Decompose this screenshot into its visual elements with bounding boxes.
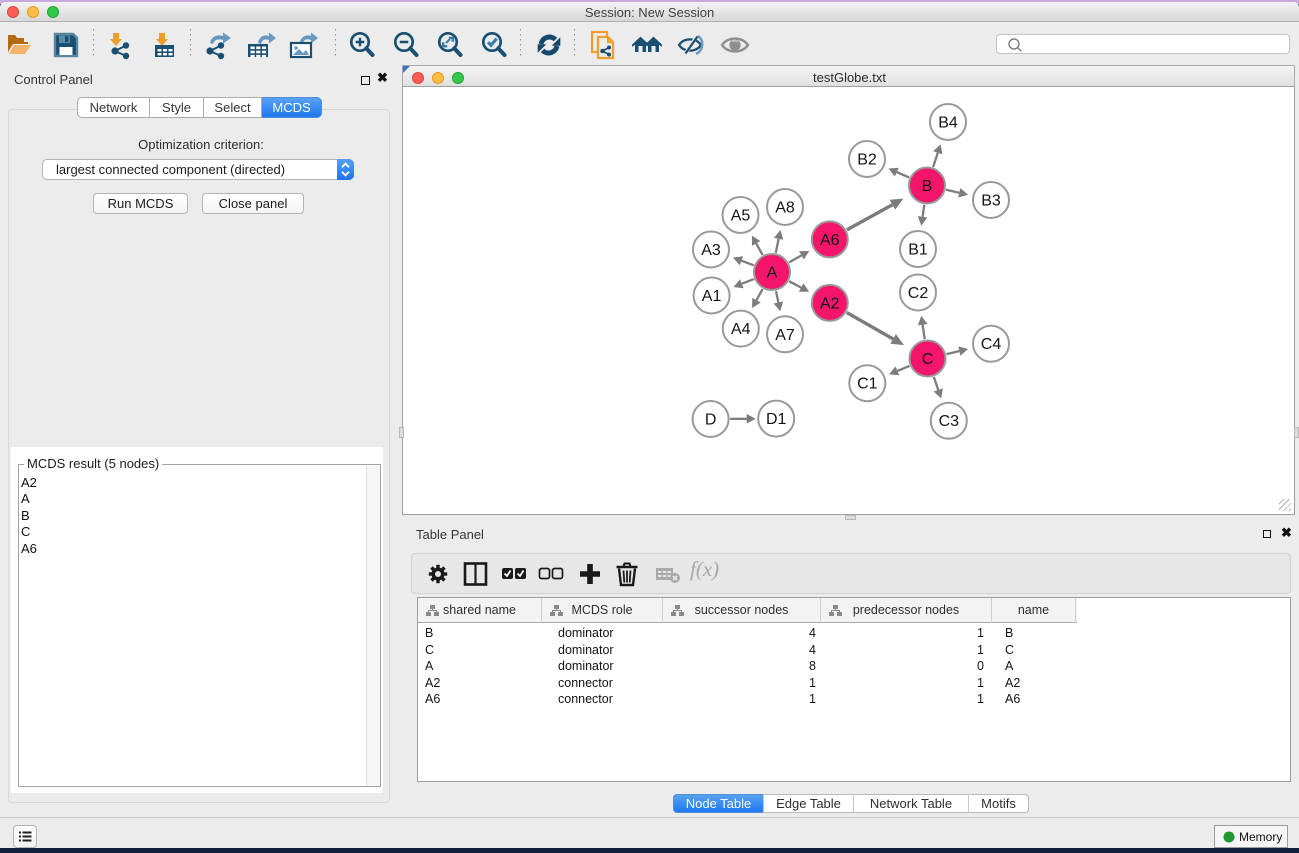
svg-text:B1: B1 (908, 242, 928, 259)
svg-text:B3: B3 (981, 193, 1001, 210)
svg-text:A1: A1 (702, 288, 722, 305)
svg-text:A5: A5 (731, 208, 751, 225)
svg-text:A6: A6 (820, 232, 840, 249)
svg-text:A2: A2 (820, 295, 840, 312)
svg-text:B4: B4 (938, 115, 958, 132)
svg-text:B2: B2 (857, 152, 877, 169)
svg-text:D: D (705, 412, 717, 429)
svg-text:C: C (922, 351, 934, 368)
svg-text:B: B (922, 178, 933, 195)
svg-text:D1: D1 (766, 411, 787, 428)
svg-text:A4: A4 (731, 321, 751, 338)
svg-text:A: A (767, 265, 778, 282)
svg-text:C4: C4 (981, 336, 1002, 353)
svg-text:A8: A8 (775, 200, 795, 217)
svg-text:C3: C3 (939, 413, 960, 430)
svg-text:C1: C1 (857, 376, 878, 393)
svg-text:A7: A7 (775, 327, 795, 344)
svg-text:C2: C2 (908, 285, 929, 302)
svg-text:A3: A3 (701, 242, 721, 259)
